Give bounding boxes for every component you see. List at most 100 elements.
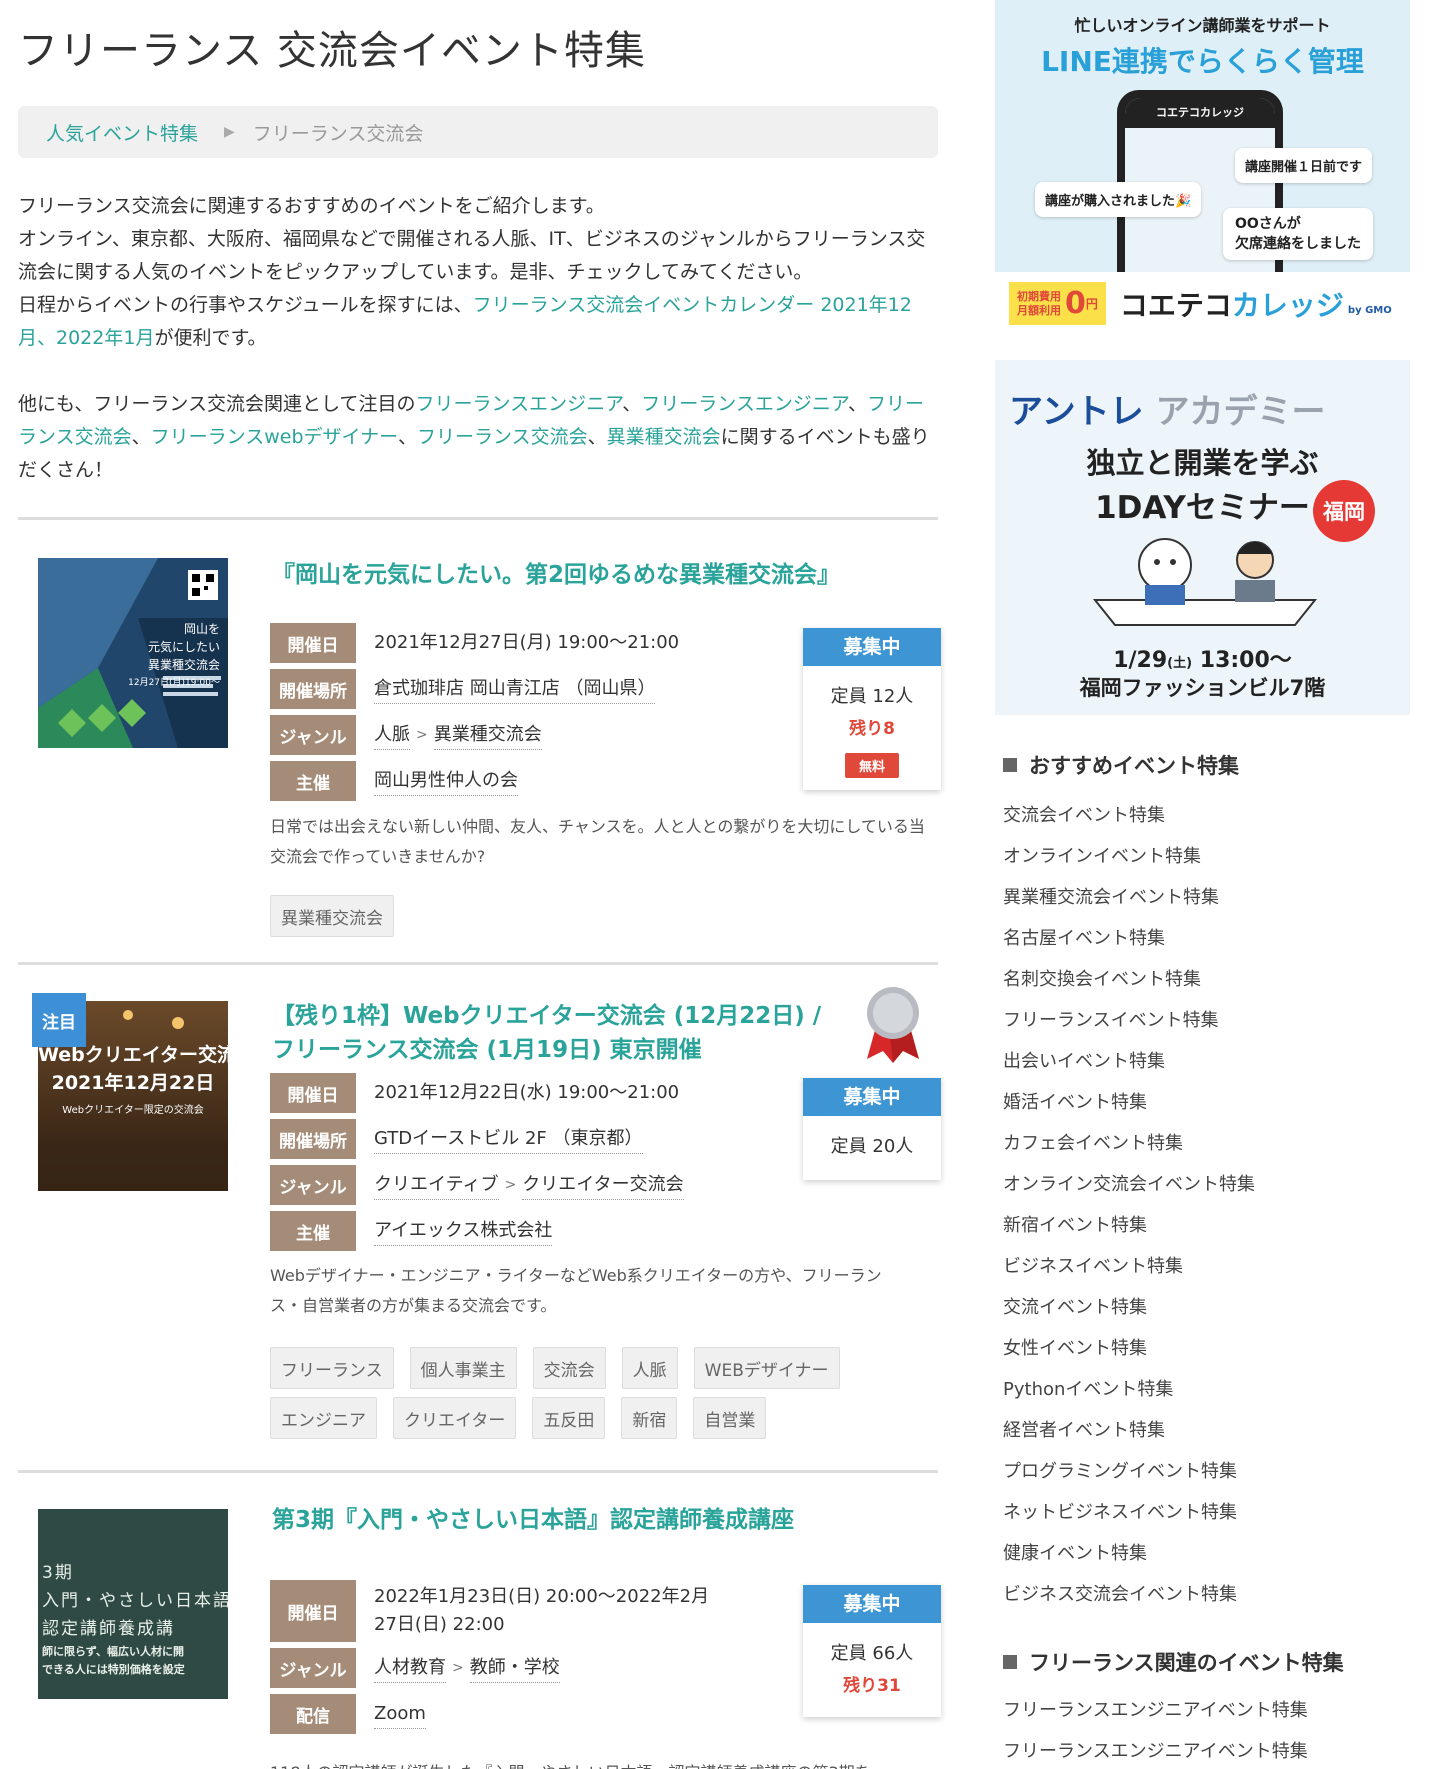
list-item[interactable]: 名古屋イベント特集 (1003, 918, 1255, 959)
recommended-link[interactable]: プログラミングイベント特集 (1003, 1461, 1237, 1482)
folder-icon (1003, 758, 1017, 772)
recommended-link[interactable]: 女性イベント特集 (1003, 1338, 1147, 1359)
list-item[interactable]: フリーランスエンジニアイベント特集 (1003, 1690, 1308, 1731)
event-thumbnail[interactable]: 岡山を 元気にしたい 異業種交流会 12月27日(月)19:00〜 (38, 558, 228, 748)
list-item[interactable]: オンライン交流会イベント特集 (1003, 1164, 1255, 1205)
tag[interactable]: クリエイター (393, 1397, 517, 1439)
recommended-link[interactable]: オンラインイベント特集 (1003, 846, 1201, 867)
related-link-5[interactable]: フリーランス交流会 (417, 426, 588, 448)
venue-link[interactable]: GTDイーストビル 2F （東京都） (374, 1125, 643, 1154)
list-item[interactable]: プログラミングイベント特集 (1003, 1451, 1255, 1492)
organizer-link[interactable]: アイエックス株式会社 (374, 1217, 553, 1246)
info-row-date: 開催日 2022年1月23日(日) 20:00～2022年2月27日(日) 22… (270, 1580, 730, 1642)
info-label: 開催日 (270, 1580, 356, 1642)
list-item[interactable]: 異業種交流会イベント特集 (1003, 877, 1255, 918)
list-item[interactable]: 新宿イベント特集 (1003, 1205, 1255, 1246)
info-label: ジャンル (270, 1165, 356, 1205)
list-item[interactable]: Pythonイベント特集 (1003, 1369, 1255, 1410)
list-item[interactable]: ビジネスイベント特集 (1003, 1246, 1255, 1287)
subgenre-link[interactable]: 異業種交流会 (433, 721, 542, 750)
list-item[interactable]: 出会いイベント特集 (1003, 1041, 1255, 1082)
recommended-link[interactable]: 交流イベント特集 (1003, 1297, 1147, 1318)
related-link-6[interactable]: 異業種交流会 (607, 426, 721, 448)
subgenre-link[interactable]: 教師・学校 (469, 1654, 560, 1683)
list-item[interactable]: 経営者イベント特集 (1003, 1410, 1255, 1451)
recommended-link[interactable]: 出会いイベント特集 (1003, 1051, 1165, 1072)
thumb-line: Webクリエイター限定の交流会 (62, 1105, 204, 1116)
freelance-link[interactable]: フリーランスエンジニアイベント特集 (1003, 1700, 1308, 1721)
brand-name: アントレ (1009, 392, 1144, 432)
genre-link[interactable]: 人材教育 (374, 1654, 446, 1683)
list-item[interactable]: ビジネス交流会イベント特集 (1003, 1574, 1255, 1615)
recommended-link[interactable]: 新宿イベント特集 (1003, 1215, 1147, 1236)
recommended-link[interactable]: オンライン交流会イベント特集 (1003, 1174, 1255, 1195)
fee-zero: 0 (1065, 286, 1086, 321)
recommended-link[interactable]: ビジネス交流会イベント特集 (1003, 1584, 1237, 1605)
related-link-1[interactable]: フリーランスエンジニア (415, 393, 622, 415)
info-label: 開催場所 (270, 669, 356, 709)
list-item[interactable]: 健康イベント特集 (1003, 1533, 1255, 1574)
subgenre-link[interactable]: クリエイター交流会 (522, 1171, 684, 1200)
recommended-link[interactable]: ビジネスイベント特集 (1003, 1256, 1183, 1277)
tag[interactable]: 交流会 (532, 1347, 606, 1389)
intro-p2-pre: 他にも、フリーランス交流会関連として注目の (18, 393, 416, 415)
tag[interactable]: 個人事業主 (409, 1347, 517, 1389)
recommended-link[interactable]: 婚活イベント特集 (1003, 1092, 1147, 1113)
related-link-4[interactable]: フリーランスwebデザイナー (151, 426, 398, 448)
event-card: 岡山を 元気にしたい 異業種交流会 12月27日(月)19:00〜 『岡山を元気… (18, 520, 941, 962)
list-item[interactable]: フリーランスイベント特集 (1003, 1000, 1255, 1041)
recommended-link[interactable]: ネットビジネスイベント特集 (1003, 1502, 1237, 1523)
recommended-link[interactable]: 経営者イベント特集 (1003, 1420, 1165, 1441)
info-label: ジャンル (270, 715, 356, 755)
recommended-link[interactable]: 異業種交流会イベント特集 (1003, 887, 1219, 908)
list-item[interactable]: 交流会イベント特集 (1003, 795, 1255, 836)
list-item[interactable]: カフェ会イベント特集 (1003, 1123, 1255, 1164)
list-item[interactable]: 交流イベント特集 (1003, 1287, 1255, 1328)
recommended-link[interactable]: Pythonイベント特集 (1003, 1379, 1173, 1400)
tag[interactable]: WEBデザイナー (693, 1347, 840, 1389)
freelance-link[interactable]: フリーランスエンジニアイベント特集 (1003, 1741, 1308, 1762)
free-badge: 無料 (844, 753, 899, 778)
ad-banner-koeteco[interactable]: 忙しいオンライン講師業をサポート LINE連携でらくらく管理 コエテコカレッジ … (995, 0, 1410, 335)
genre-link[interactable]: 人脈 (374, 721, 410, 750)
list-item[interactable]: フリーランスエンジニアイベント特集 (1003, 1731, 1308, 1769)
event-title[interactable]: 【残り1枠】Webクリエイター交流会 (12月22日) / フリーランス交流会 … (272, 999, 832, 1067)
tag[interactable]: 異業種交流会 (270, 895, 394, 937)
tag[interactable]: 人脈 (621, 1347, 678, 1389)
main-column: フリーランス 交流会イベント特集 人気イベント特集 ▶ フリーランス交流会 フリ… (18, 0, 941, 1769)
ad-venue: 福岡ファッションビル7階 (1079, 676, 1326, 700)
tag[interactable]: 新宿 (621, 1397, 678, 1439)
intro-line-3: 日程からイベントの行事やスケジュールを探すには、 (18, 294, 473, 316)
tag[interactable]: 五反田 (532, 1397, 606, 1439)
breadcrumb-link-popular[interactable]: 人気イベント特集 (46, 119, 198, 146)
tag[interactable]: フリーランス (270, 1347, 394, 1389)
status-badge: 募集中 (803, 1078, 941, 1116)
list-item[interactable]: 婚活イベント特集 (1003, 1082, 1255, 1123)
ad-footer: 初期費用 月額利用 0 円 コエテコ カレッジ by GMO (995, 272, 1410, 335)
award-medal-icon (863, 983, 923, 1063)
recommended-link[interactable]: 名刺交換会イベント特集 (1003, 969, 1201, 990)
stream-link[interactable]: Zoom (374, 1700, 426, 1729)
event-title[interactable]: 『岡山を元気にしたい。第2回ゆるめな異業種交流会』 (272, 558, 842, 592)
recommended-link[interactable]: カフェ会イベント特集 (1003, 1133, 1183, 1154)
tag[interactable]: 自営業 (693, 1397, 767, 1439)
event-title[interactable]: 第3期『入門・やさしい日本語』認定講師養成講座 (272, 1503, 842, 1537)
list-item[interactable]: オンラインイベント特集 (1003, 836, 1255, 877)
genre-link[interactable]: クリエイティブ (374, 1171, 499, 1200)
list-item[interactable]: 女性イベント特集 (1003, 1328, 1255, 1369)
venue-link[interactable]: 倉式珈琲店 岡山青江店 （岡山県） (374, 675, 656, 704)
list-item[interactable]: 名刺交換会イベント特集 (1003, 959, 1255, 1000)
recommended-link[interactable]: 健康イベント特集 (1003, 1543, 1147, 1564)
event-thumbnail[interactable]: 3期 入門・やさしい日本語 認定講師養成講 師に限らず、幅広い人材に開 できる人… (38, 1509, 228, 1699)
tag[interactable]: エンジニア (270, 1397, 377, 1439)
recommended-link[interactable]: 名古屋イベント特集 (1003, 928, 1165, 949)
list-item[interactable]: ネットビジネスイベント特集 (1003, 1492, 1255, 1533)
intro-line-2: オンライン、東京都、大阪府、福岡県などで開催される人脈、IT、ビジネスのジャンル… (18, 228, 926, 283)
organizer-link[interactable]: 岡山男性仲人の会 (374, 767, 518, 796)
recommended-link[interactable]: フリーランスイベント特集 (1003, 1010, 1219, 1031)
intro-paragraph-2: 他にも、フリーランス交流会関連として注目のフリーランスエンジニア、フリーランスエ… (18, 388, 938, 487)
recommended-link[interactable]: 交流会イベント特集 (1003, 805, 1165, 826)
brand-by: by GMO (1347, 305, 1392, 316)
related-link-2[interactable]: フリーランスエンジニア (641, 393, 848, 415)
ad-banner-antore[interactable]: アントレ アカデミー 独立と開業を学ぶ 1DAYセミナー 福岡 1/29(土) … (995, 360, 1410, 715)
